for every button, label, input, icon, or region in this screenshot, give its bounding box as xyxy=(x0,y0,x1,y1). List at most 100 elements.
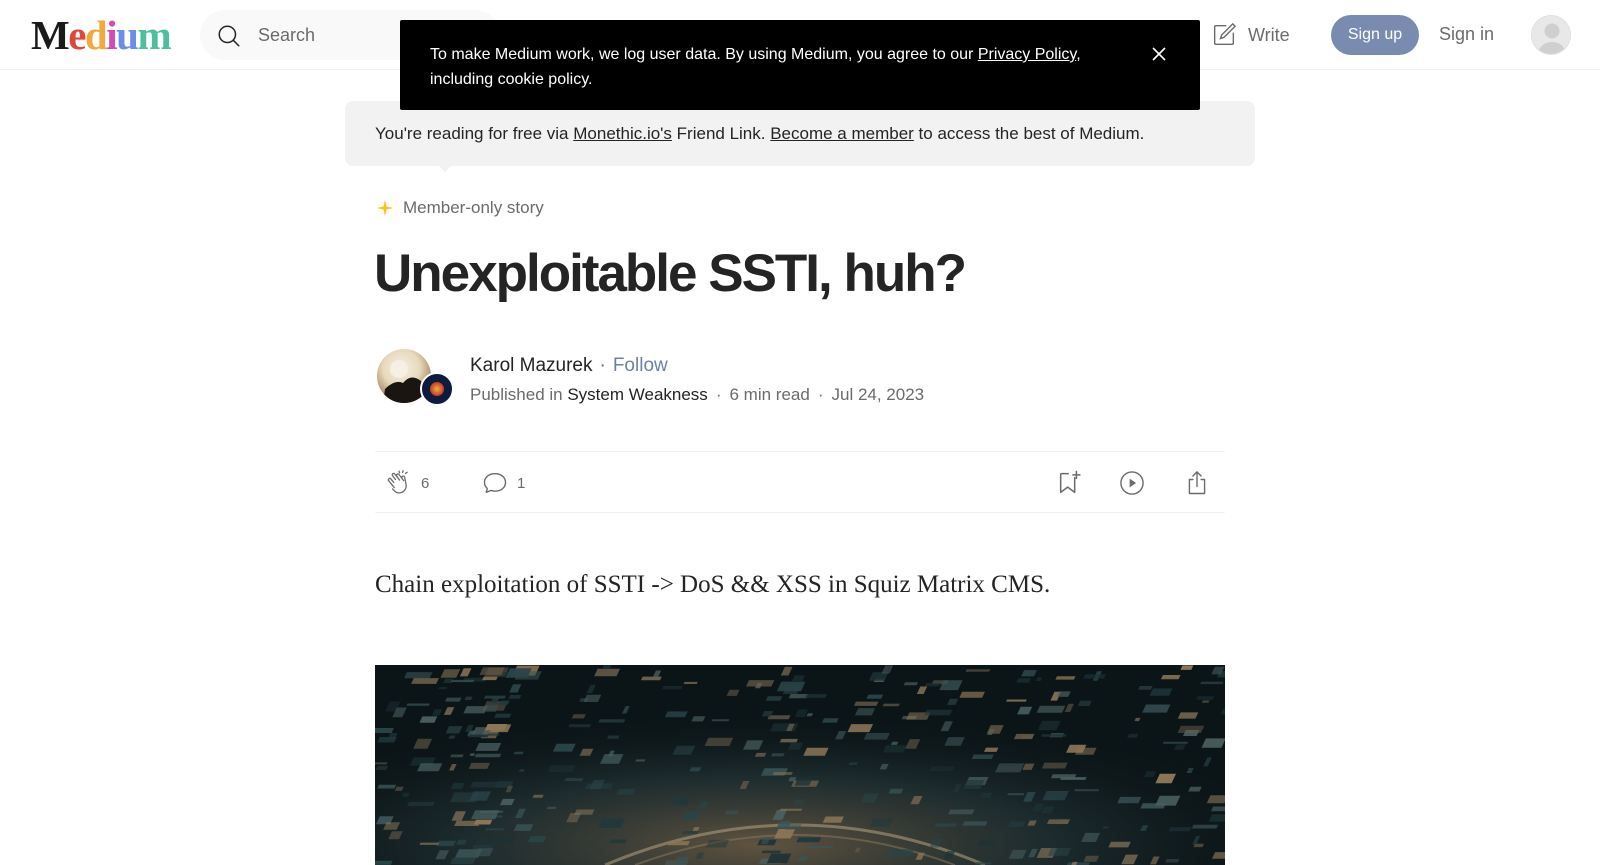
circuit-block xyxy=(1108,841,1131,848)
circuit-block xyxy=(1165,859,1180,863)
clap-icon xyxy=(387,470,408,494)
circuit-block xyxy=(689,767,702,772)
circuit-block xyxy=(484,724,508,731)
logo-letter: m xyxy=(137,12,171,58)
circuit-block xyxy=(869,818,894,827)
circuit-block xyxy=(885,849,915,857)
circuit-block xyxy=(1055,676,1076,680)
circuit-block xyxy=(745,680,775,687)
circuit-block xyxy=(1042,791,1069,801)
circuit-block xyxy=(419,842,440,845)
circuit-block xyxy=(479,667,505,675)
circuit-block xyxy=(494,713,512,718)
logo-letter: u xyxy=(116,12,139,58)
logo-letter: d xyxy=(84,12,108,58)
privacy-policy-link[interactable]: Privacy Policy xyxy=(978,46,1076,63)
follow-button[interactable]: Follow xyxy=(613,355,668,376)
circuit-block xyxy=(602,665,612,669)
circuit-board-illustration xyxy=(375,665,1225,865)
circuit-block xyxy=(436,840,456,847)
circuit-block xyxy=(444,697,462,702)
circuit-block xyxy=(407,801,435,807)
circuit-block xyxy=(500,838,516,844)
circuit-block xyxy=(470,781,499,788)
listen-button[interactable] xyxy=(1118,469,1146,497)
circuit-block xyxy=(924,683,941,687)
circuit-block xyxy=(571,714,586,719)
write-icon xyxy=(1213,22,1237,46)
circuit-block xyxy=(948,809,975,815)
circuit-block xyxy=(1138,686,1153,690)
circuit-block xyxy=(417,763,443,772)
circuit-block xyxy=(1188,786,1202,792)
circuit-block xyxy=(404,672,433,679)
circuit-block xyxy=(616,788,636,795)
friend-link-author[interactable]: Monethic.io's xyxy=(573,124,672,143)
response-count: 1 xyxy=(517,474,526,492)
circuit-block xyxy=(597,818,626,829)
circuit-block xyxy=(847,724,874,733)
sign-up-button[interactable]: Sign up xyxy=(1331,15,1419,55)
close-icon[interactable] xyxy=(1147,42,1171,66)
circuit-block xyxy=(419,716,438,723)
logo-letter: e xyxy=(68,12,86,58)
circuit-block xyxy=(971,754,994,759)
circuit-block xyxy=(527,836,547,843)
separator-dot: · xyxy=(817,385,824,404)
circuit-block xyxy=(983,747,999,752)
play-icon xyxy=(1120,471,1144,495)
circuit-block xyxy=(1007,821,1026,828)
friend-link-notice: You're reading for free via Monethic.io'… xyxy=(345,101,1255,166)
circuit-block xyxy=(438,686,448,690)
star-icon xyxy=(376,199,394,217)
article-hero-image[interactable] xyxy=(375,665,1225,865)
friend-link-text: You're reading for free via Monethic.io'… xyxy=(375,124,1145,143)
publication-avatar[interactable] xyxy=(420,372,454,406)
publication-line: Published in System Weakness · 6 min read ·… xyxy=(470,384,924,406)
circuit-block xyxy=(485,828,505,831)
clap-button[interactable]: 6 xyxy=(385,469,429,497)
circuit-block xyxy=(704,737,734,746)
medium-logo[interactable]: Medium xyxy=(31,12,172,58)
sign-in-link[interactable]: Sign in xyxy=(1439,24,1494,45)
circuit-block xyxy=(468,762,491,769)
separator-dot: · xyxy=(599,355,606,376)
circuit-block xyxy=(375,765,389,771)
user-avatar[interactable] xyxy=(1531,15,1571,55)
circuit-block xyxy=(450,679,475,683)
circuit-block xyxy=(705,839,730,848)
circuit-block xyxy=(552,743,576,752)
circuit-block xyxy=(682,831,699,835)
circuit-block xyxy=(574,809,595,815)
responses-button[interactable]: 1 xyxy=(481,469,525,497)
circuit-block xyxy=(848,762,858,765)
circuit-block xyxy=(667,841,690,846)
circuit-block xyxy=(1177,712,1199,719)
circuit-block xyxy=(568,724,592,728)
circuit-block xyxy=(754,752,767,757)
circuit-block xyxy=(513,751,524,755)
article-action-bar: 6 1 xyxy=(375,451,1225,513)
circuit-block xyxy=(1160,675,1181,680)
cookie-consent-banner: To make Medium work, we log user data. B… xyxy=(400,20,1200,110)
notice-pointer xyxy=(437,164,453,172)
circuit-block xyxy=(1083,674,1107,679)
author-name[interactable]: Karol Mazurek xyxy=(470,355,593,376)
circuit-block xyxy=(1006,699,1027,702)
share-button[interactable] xyxy=(1183,469,1211,497)
publication-name[interactable]: System Weakness xyxy=(567,385,707,404)
article-subtitle: Chain exploitation of SSTI -> DoS && XSS… xyxy=(375,571,1051,598)
circuit-block xyxy=(1047,847,1072,856)
become-member-link[interactable]: Become a member xyxy=(770,124,914,143)
circuit-block xyxy=(594,668,621,677)
write-button[interactable]: Write xyxy=(1210,20,1290,50)
circuit-block xyxy=(482,676,498,681)
circuit-block xyxy=(1168,827,1192,832)
circuit-block xyxy=(929,766,955,771)
logo-letter: i xyxy=(106,12,117,58)
circuit-block xyxy=(375,728,394,733)
author-line: Karol Mazurek · Follow xyxy=(470,354,668,378)
published-in-label: Published in xyxy=(470,385,568,404)
circuit-block xyxy=(1050,774,1077,779)
bookmark-button[interactable] xyxy=(1056,469,1084,497)
